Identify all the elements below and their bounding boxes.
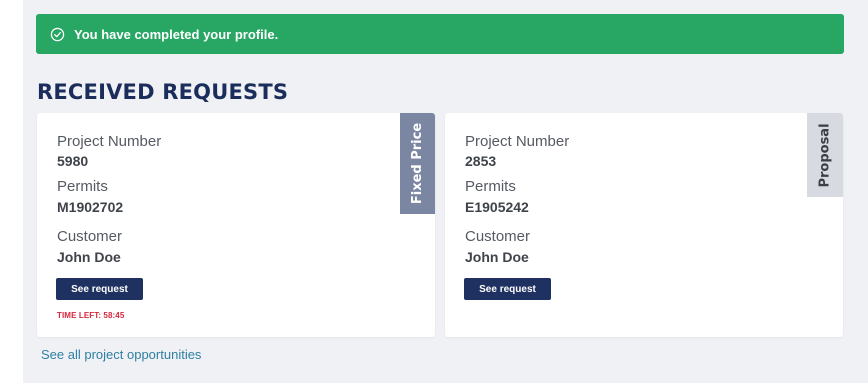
time-left-label: TIME LEFT: 58:45 [57,311,125,320]
project-number-label: Project Number [57,133,162,150]
request-card: Project Number 2853 Permits E1905242 Cus… [445,113,843,337]
see-request-button[interactable]: See request [464,278,551,300]
pricing-type-tag: Proposal [807,113,843,197]
customer-label: Customer [57,228,123,245]
request-card: Project Number 5980 Permits M1902702 Cus… [37,113,435,337]
project-number-label: Project Number [465,133,570,150]
project-number-value: 5980 [57,153,89,169]
customer-value: John Doe [57,249,121,265]
see-request-button[interactable]: See request [56,278,143,300]
customer-label: Customer [465,228,531,245]
permits-value: E1905242 [465,199,529,215]
pricing-type-tag: Fixed Price [400,113,435,214]
see-all-opportunities-link[interactable]: See all project opportunities [41,347,201,362]
section-title: RECEIVED REQUESTS [37,80,289,104]
permits-label: Permits [57,178,108,195]
project-number-value: 2853 [465,153,497,169]
permits-value: M1902702 [57,199,124,215]
success-alert: You have completed your profile. [36,14,844,54]
pricing-type-label: Proposal [817,122,833,188]
permits-label: Permits [465,178,516,195]
customer-value: John Doe [465,249,529,265]
alert-message: You have completed your profile. [74,26,279,42]
pricing-type-label: Fixed Price [410,122,426,205]
check-circle-icon [50,27,65,42]
